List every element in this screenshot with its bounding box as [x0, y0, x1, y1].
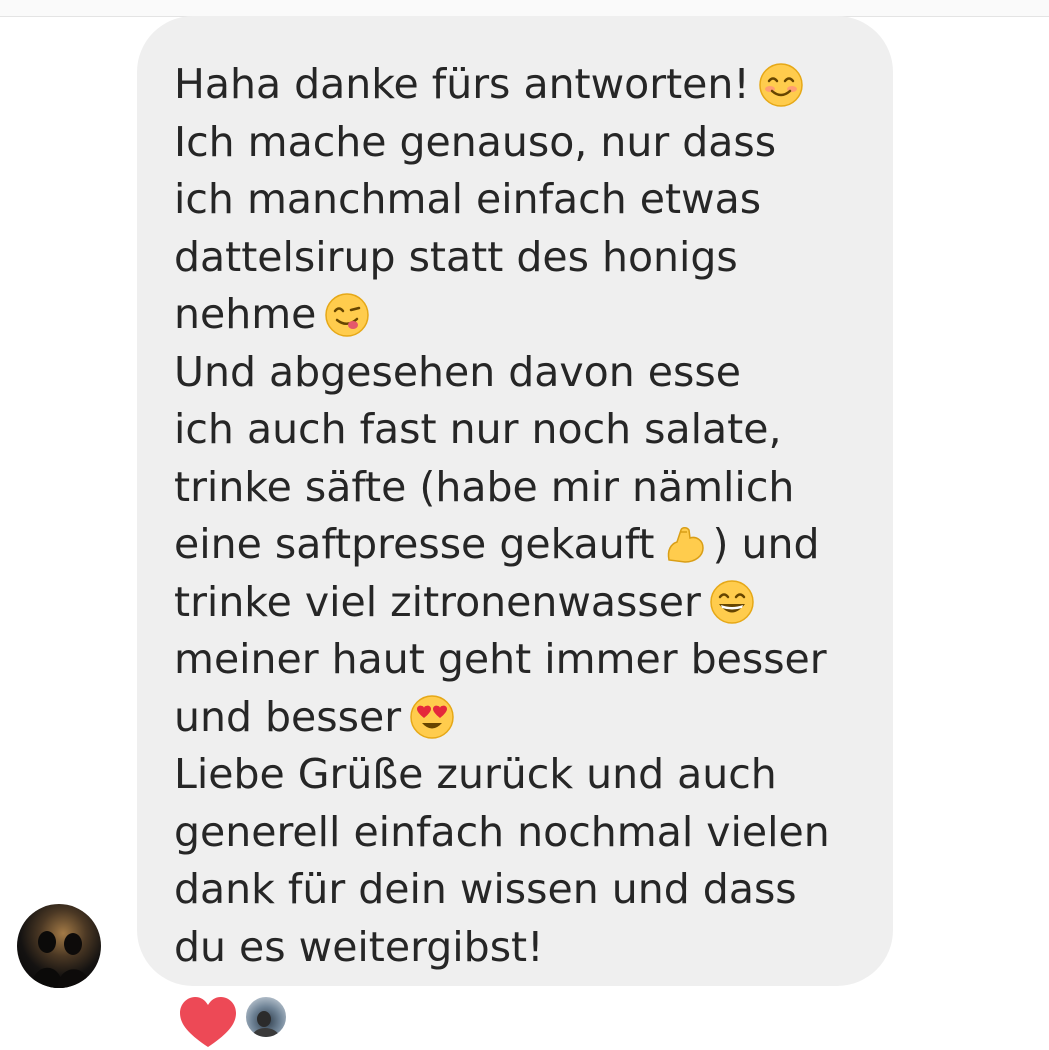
message-line-text: Liebe Grüße zurück und auch: [174, 750, 777, 798]
message-line-text: eine saftpresse gekauft: [174, 520, 655, 568]
reactor-avatar-icon[interactable]: [244, 995, 288, 1039]
message-line-text: nehme: [174, 290, 317, 338]
message-line-text: Ich mache genauso, nur dass: [174, 117, 777, 166]
reactions-bar[interactable]: [178, 995, 308, 1047]
message-line-text: dank für dein wissen und dass: [174, 865, 797, 913]
message-line: Und abgesehen davon esse: [174, 344, 893, 402]
message-line: Ich mache genauso, nur dass: [174, 114, 893, 172]
message-line: dattelsirup statt des honigs: [174, 229, 893, 287]
message-line-text: Und abgesehen davon esse: [174, 347, 741, 396]
message-line-text: dattelsirup statt des honigs: [174, 232, 738, 281]
message-line-text: und besser: [174, 692, 402, 741]
message-line-text: trinke säfte (habe mir nämlich: [174, 462, 795, 511]
sender-avatar[interactable]: [17, 904, 101, 988]
message-line: meiner haut geht immer besser: [174, 631, 893, 689]
message-line: dank für dein wissen und dass: [174, 861, 893, 919]
message-line: ich manchmal einfach etwas: [174, 171, 893, 229]
message-bubble[interactable]: Haha danke fürs antworten! Ich mache gena…: [137, 16, 893, 986]
grinning-face-icon: [709, 579, 755, 625]
message-line: und besser: [174, 689, 893, 747]
message-line: ich auch fast nur noch salate,: [174, 401, 893, 459]
message-line: Haha danke fürs antworten!: [174, 56, 893, 114]
flexed-biceps-icon: [663, 522, 709, 568]
message-line: Liebe Grüße zurück und auch: [174, 746, 893, 804]
message-line-text: du es weitergibst!: [174, 922, 544, 971]
message-line-text: ich auch fast nur noch salate,: [174, 405, 782, 453]
message-line-text: Haha danke fürs antworten!: [174, 60, 750, 108]
message-line-text-after: ) und: [712, 520, 820, 568]
yum-face-icon: [324, 292, 370, 338]
message-line: eine saftpresse gekauft ) und: [174, 516, 893, 574]
message-line-text: meiner haut geht immer besser: [174, 635, 827, 683]
message-line-text: trinke viel zitronenwasser: [174, 577, 701, 626]
message-line: nehme: [174, 286, 893, 344]
sender-avatar-icon: [31, 931, 91, 988]
message-line: generell einfach nochmal vielen: [174, 804, 893, 862]
top-bar: [0, 0, 1049, 17]
message-line-text: ich manchmal einfach etwas: [174, 175, 762, 223]
smiling-face-icon: [758, 62, 804, 108]
heart-icon[interactable]: [178, 995, 238, 1050]
message-line-text: generell einfach nochmal vielen: [174, 807, 830, 856]
message-line: du es weitergibst!: [174, 919, 893, 977]
message-line: trinke viel zitronenwasser: [174, 574, 893, 632]
message-text: Haha danke fürs antworten! Ich mache gena…: [174, 56, 893, 976]
message-line: trinke säfte (habe mir nämlich: [174, 459, 893, 517]
heart-eyes-face-icon: [409, 694, 455, 740]
